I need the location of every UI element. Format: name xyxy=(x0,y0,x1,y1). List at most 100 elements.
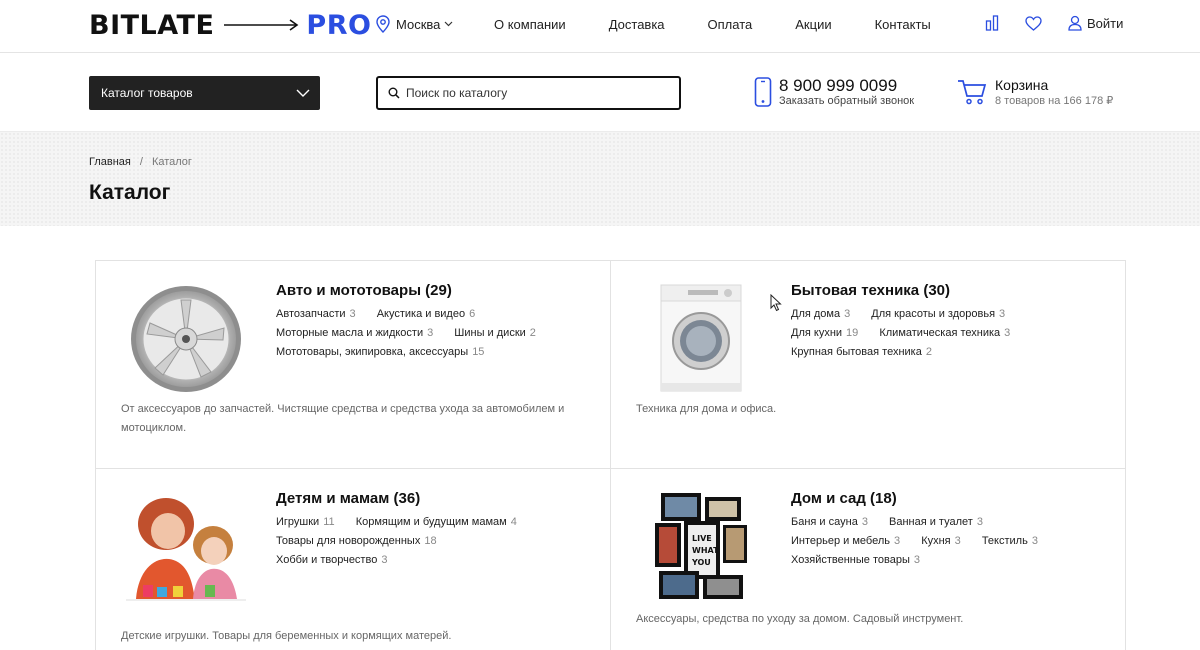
callback-link[interactable]: Заказать обратный звонок xyxy=(779,95,914,107)
subcategory-link[interactable]: Хобби и творчество 3 xyxy=(276,551,387,570)
favorites-button[interactable] xyxy=(1025,15,1042,31)
nav-about[interactable]: О компании xyxy=(494,17,566,32)
car-wheel-icon[interactable] xyxy=(121,281,251,396)
subcategory-link[interactable]: Текстиль 3 xyxy=(982,532,1038,551)
subcategory-count: 3 xyxy=(894,535,901,547)
cart-summary: 8 товаров на 166 178 ₽ xyxy=(995,95,1114,107)
subcategory-list: Баня и сауна 3 Ванная и туалет 3 Интерьер … xyxy=(791,513,1111,570)
subcategory-link[interactable]: Моторные масла и жидкости 3 xyxy=(276,324,433,343)
catalog-button[interactable]: Каталог товаров xyxy=(89,76,320,110)
subcategory-link[interactable]: Автозапчасти 3 xyxy=(276,305,356,324)
subcategory-link[interactable]: Кормящим и будущим мамам 4 xyxy=(356,513,517,532)
login-button[interactable]: Войти xyxy=(1068,15,1123,31)
category-card-kids: Детям и мамам (36) Игрушки 11 Кормящим и … xyxy=(96,469,611,650)
category-card-appliances: Бытовая техника (30) Для дома 3 Для красо… xyxy=(611,261,1126,469)
subcategory-count: 4 xyxy=(510,516,517,528)
breadcrumb-home[interactable]: Главная xyxy=(89,156,131,168)
category-card-home-garden: LIVE WHAT YOU Дом и сад (18) Баня и саун… xyxy=(611,469,1126,650)
nav-contacts[interactable]: Контакты xyxy=(875,17,931,32)
nav-payment[interactable]: Оплата xyxy=(708,17,753,32)
subcategory-link[interactable]: Для кухни 19 xyxy=(791,324,858,343)
compare-icon xyxy=(985,15,999,31)
city-name: Москва xyxy=(396,16,441,32)
heart-icon xyxy=(1025,15,1042,31)
logo[interactable]: BITLATE PRO xyxy=(89,9,371,41)
breadcrumb-current: Каталог xyxy=(151,156,192,168)
logo-text-left: BITLATE xyxy=(89,9,215,41)
page-title: Каталог xyxy=(89,181,171,204)
category-description: Аксессуары, средства по уходу за домом. … xyxy=(636,613,964,625)
subcategory-count: 3 xyxy=(427,327,434,339)
subcategory-count: 3 xyxy=(1004,327,1011,339)
photo-frames-icon[interactable]: LIVE WHAT YOU xyxy=(636,489,766,604)
login-label: Войти xyxy=(1087,15,1124,31)
subcategory-count: 3 xyxy=(976,516,983,528)
logo-arrow-icon xyxy=(224,19,299,31)
svg-text:LIVE: LIVE xyxy=(692,534,712,543)
user-icon xyxy=(1068,15,1082,31)
subcategory-link[interactable]: Товары для новорожденных 18 xyxy=(276,532,437,551)
subcategory-link[interactable]: Шины и диски 2 xyxy=(454,324,536,343)
subcategory-link[interactable]: Для красоты и здоровья 3 xyxy=(871,305,1005,324)
subcategory-count: 3 xyxy=(1031,535,1038,547)
subcategory-link[interactable]: Ванная и туалет 3 xyxy=(889,513,983,532)
subcategory-count: 3 xyxy=(913,554,920,566)
category-description: От аксессуаров до запчастей. Чистящие ср… xyxy=(121,403,565,434)
search-icon xyxy=(388,87,400,99)
subcategory-count: 15 xyxy=(472,346,485,358)
subcategory-list: Игрушки 11 Кормящим и будущим мамам 4 Това… xyxy=(276,513,596,570)
mouse-cursor-icon xyxy=(770,294,782,312)
subcategory-count: 3 xyxy=(349,308,356,320)
subcategory-link[interactable]: Крупная бытовая техника 2 xyxy=(791,343,932,362)
city-selector[interactable]: Москва xyxy=(376,15,459,33)
category-description: Детские игрушки. Товары для беременных и… xyxy=(121,630,452,642)
subcategory-count: 11 xyxy=(323,516,335,528)
subcategory-count: 3 xyxy=(999,308,1006,320)
subcategory-link[interactable]: Мототовары, экипировка, аксессуары 15 xyxy=(276,343,484,362)
user-actions: Войти xyxy=(985,15,1123,31)
subcategory-count: 18 xyxy=(424,535,437,547)
page-header-band: Главная / Каталог Каталог xyxy=(0,131,1200,226)
subcategory-count: 3 xyxy=(954,535,961,547)
breadcrumb-separator: / xyxy=(139,156,143,168)
search-input[interactable] xyxy=(406,86,666,100)
category-title[interactable]: Дом и сад (18) xyxy=(791,490,897,507)
cart-title: Корзина xyxy=(995,77,1049,93)
top-bar: BITLATE PRO Москва О компании Доставка О… xyxy=(0,0,1200,53)
category-grid: Авто и мототовары (29) Автозапчасти 3 Аку… xyxy=(95,260,1126,650)
subcategory-link[interactable]: Игрушки 11 xyxy=(276,513,335,532)
subcategory-count: 2 xyxy=(529,327,536,339)
main-nav: О компании Доставка Оплата Акции Контакт… xyxy=(494,17,974,32)
mother-child-photo[interactable] xyxy=(121,489,251,604)
compare-button[interactable] xyxy=(985,15,999,31)
subcategory-count: 2 xyxy=(925,346,932,358)
subcategory-list: Автозапчасти 3 Акустика и видео 6 Моторные… xyxy=(276,305,596,362)
subcategory-link[interactable]: Баня и сауна 3 xyxy=(791,513,868,532)
chevron-down-icon xyxy=(444,21,453,27)
cart-icon xyxy=(958,80,987,105)
svg-text:YOU: YOU xyxy=(691,558,711,567)
subcategory-link[interactable]: Кухня 3 xyxy=(921,532,961,551)
nav-promotions[interactable]: Акции xyxy=(795,17,831,32)
chevron-down-icon xyxy=(296,89,310,97)
subcategory-link[interactable]: Акустика и видео 6 xyxy=(377,305,476,324)
washing-machine-icon[interactable] xyxy=(636,281,766,396)
subcategory-count: 3 xyxy=(861,516,868,528)
phone-number[interactable]: 8 900 999 0099 xyxy=(779,77,914,95)
phone-block[interactable]: 8 900 999 0099 Заказать обратный звонок xyxy=(754,77,914,107)
nav-delivery[interactable]: Доставка xyxy=(609,17,665,32)
catalog-button-label: Каталог товаров xyxy=(101,86,193,100)
subcategory-link[interactable]: Климатическая техника 3 xyxy=(879,324,1010,343)
logo-text-right: PRO xyxy=(306,9,372,41)
cart-block[interactable]: Корзина 8 товаров на 166 178 ₽ xyxy=(957,77,1113,107)
subcategory-count: 19 xyxy=(846,327,859,339)
subcategory-link[interactable]: Для дома 3 xyxy=(791,305,850,324)
category-title[interactable]: Детям и мамам (36) xyxy=(276,490,420,507)
subcategory-link[interactable]: Интерьер и мебель 3 xyxy=(791,532,900,551)
category-card-auto: Авто и мототовары (29) Автозапчасти 3 Аку… xyxy=(96,261,611,469)
category-title[interactable]: Авто и мототовары (29) xyxy=(276,282,452,299)
category-title[interactable]: Бытовая техника (30) xyxy=(791,282,950,299)
subcategory-list: Для дома 3 Для красоты и здоровья 3 Для ку… xyxy=(791,305,1111,362)
subcategory-link[interactable]: Хозяйственные товары 3 xyxy=(791,551,920,570)
subcategory-count: 6 xyxy=(469,308,476,320)
